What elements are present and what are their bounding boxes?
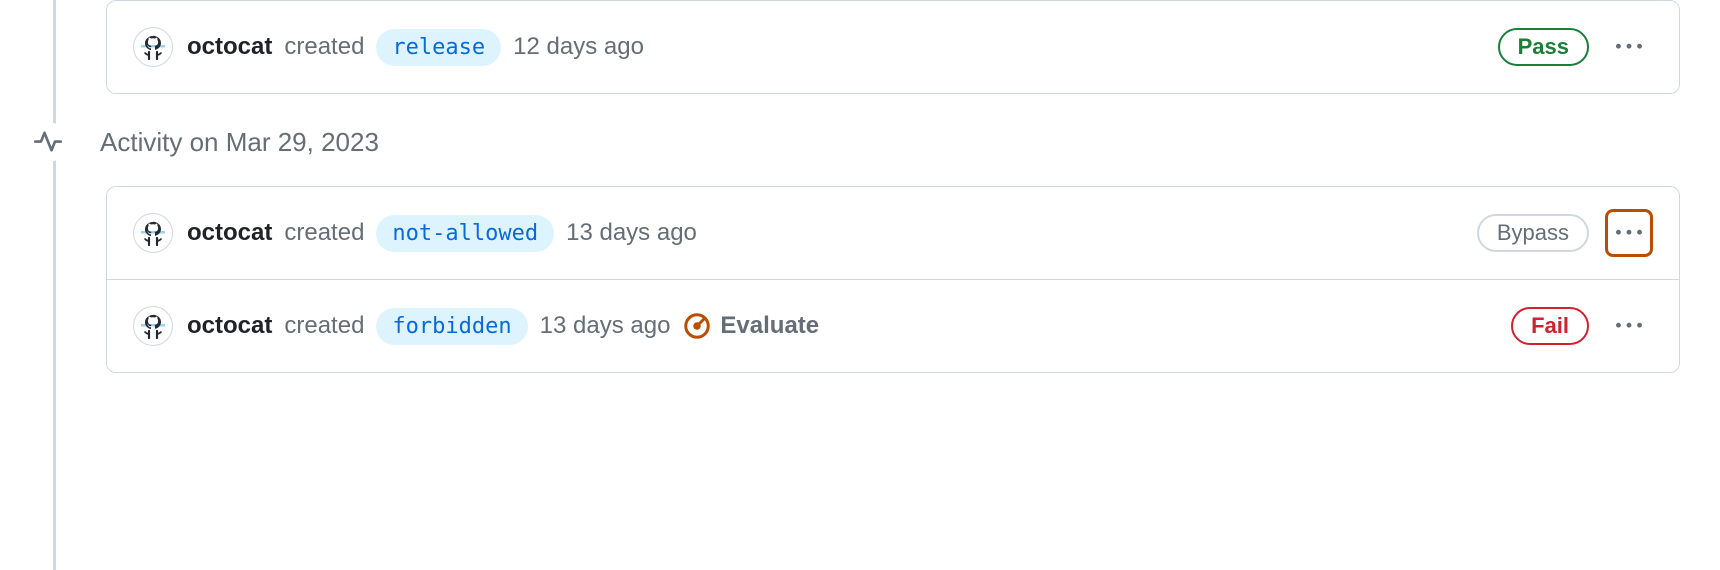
- username-link[interactable]: octocat: [187, 312, 272, 340]
- kebab-icon: [1616, 34, 1642, 60]
- pulse-icon: [28, 122, 68, 162]
- activity-card-group: octocat created release 12 days ago Pass: [106, 0, 1680, 94]
- activity-item: octocat created forbidden 13 days ago Evalu…: [107, 279, 1679, 372]
- activity-card-group: octocat created not-allowed 13 days ago Bypa…: [106, 186, 1680, 373]
- action-label: created: [284, 219, 364, 247]
- activity-item: octocat created release 12 days ago Pass: [107, 1, 1679, 93]
- action-label: created: [284, 33, 364, 61]
- username-link[interactable]: octocat: [187, 219, 272, 247]
- action-label: created: [284, 312, 364, 340]
- evaluate-label: Evaluate: [720, 312, 819, 340]
- activity-item-actions: Pass: [1498, 23, 1653, 71]
- avatar[interactable]: [133, 27, 173, 67]
- activity-day-header: Activity on Mar 29, 2023: [28, 122, 1680, 162]
- activity-item-actions: Bypass: [1477, 209, 1653, 257]
- status-badge: Fail: [1511, 307, 1589, 345]
- timestamp: 13 days ago: [566, 219, 697, 247]
- kebab-menu-button[interactable]: [1605, 23, 1653, 71]
- kebab-menu-button[interactable]: [1605, 302, 1653, 350]
- activity-day-label: Activity on Mar 29, 2023: [100, 127, 379, 158]
- activity-item: octocat created not-allowed 13 days ago Bypa…: [107, 187, 1679, 279]
- avatar-octocat-icon: [137, 310, 169, 342]
- timestamp: 13 days ago: [540, 312, 671, 340]
- gauge-icon: [682, 311, 712, 341]
- avatar-octocat-icon: [137, 217, 169, 249]
- branch-tag[interactable]: forbidden: [376, 308, 527, 345]
- activity-description: octocat created forbidden 13 days ago Evalu…: [187, 308, 1497, 345]
- kebab-icon: [1616, 220, 1642, 246]
- status-badge: Bypass: [1477, 214, 1589, 252]
- evaluate-badge: Evaluate: [682, 311, 819, 341]
- username-link[interactable]: octocat: [187, 33, 272, 61]
- branch-tag[interactable]: not-allowed: [376, 215, 554, 252]
- pulse-icon: [34, 128, 62, 156]
- kebab-icon: [1616, 313, 1642, 339]
- activity-description: octocat created release 12 days ago: [187, 29, 1484, 66]
- activity-item-actions: Fail: [1511, 302, 1653, 350]
- kebab-menu-button[interactable]: [1605, 209, 1653, 257]
- timestamp: 12 days ago: [513, 33, 644, 61]
- avatar[interactable]: [133, 306, 173, 346]
- avatar-octocat-icon: [137, 31, 169, 63]
- activity-description: octocat created not-allowed 13 days ago: [187, 215, 1463, 252]
- status-badge: Pass: [1498, 28, 1589, 66]
- avatar[interactable]: [133, 213, 173, 253]
- branch-tag[interactable]: release: [376, 29, 501, 66]
